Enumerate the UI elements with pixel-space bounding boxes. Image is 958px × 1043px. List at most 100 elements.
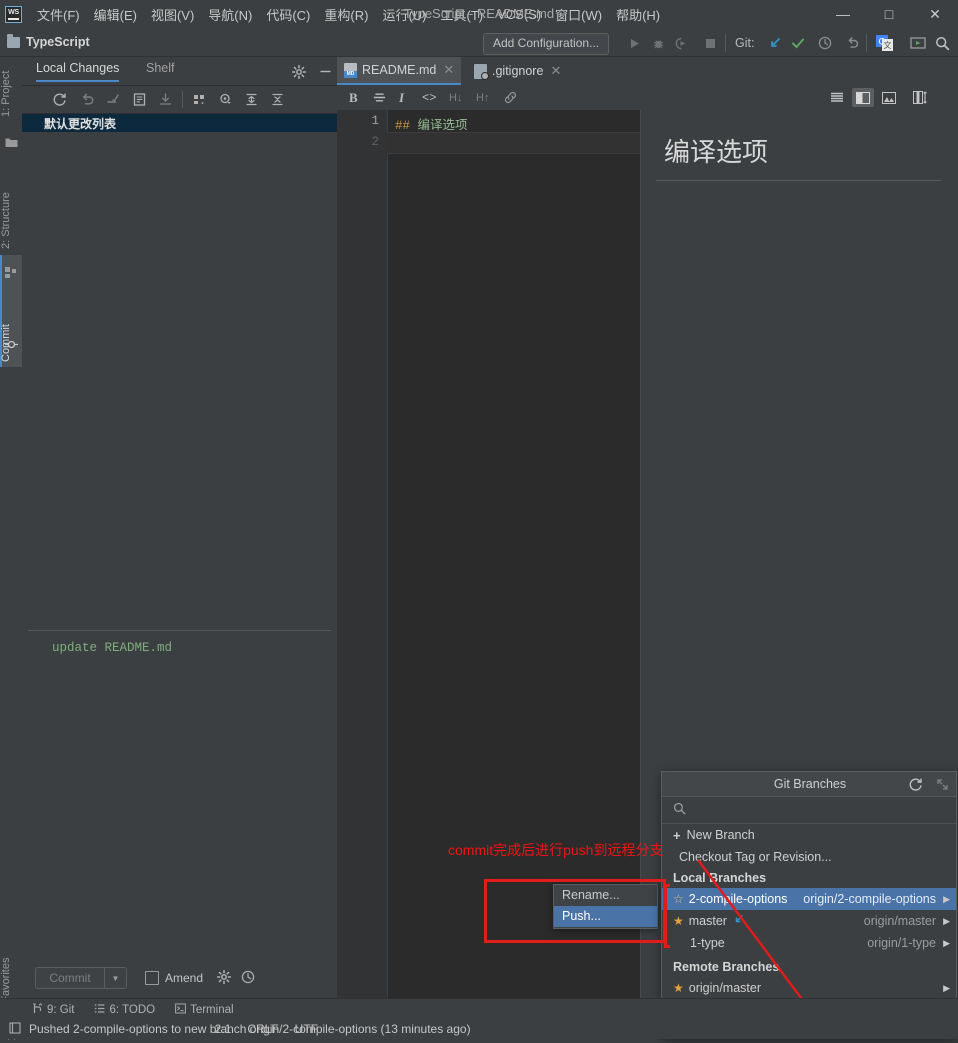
breadcrumb[interactable]: TypeScript (7, 33, 90, 49)
refresh-branches-icon[interactable] (907, 776, 923, 792)
chevron-right-icon-2[interactable]: ▶ (943, 916, 950, 927)
file-encoding[interactable]: UTF (295, 1022, 318, 1036)
commit-message-field[interactable]: update README.md (28, 630, 331, 966)
rollback-icon[interactable] (843, 33, 863, 53)
header-increase-button[interactable]: H↑ (476, 88, 489, 107)
close-tab-icon[interactable]: ✕ (443, 62, 454, 78)
italic-button[interactable]: I (399, 88, 404, 107)
star-filled-icon[interactable]: ★ (673, 914, 684, 928)
commit-dropdown-arrow-icon[interactable]: ▼ (105, 967, 127, 989)
new-changelist-icon[interactable] (130, 90, 149, 109)
editor-tab-readme[interactable]: README.md ✕ (337, 57, 462, 85)
split-editor-icon[interactable] (909, 88, 931, 107)
branch-row-2-compile-options[interactable]: ☆ 2-compile-options origin/2-compile-opt… (662, 888, 956, 910)
amend-checkbox[interactable] (145, 971, 159, 985)
settings-gear-icon[interactable] (291, 64, 306, 79)
branch-row-1-type[interactable]: 1-type origin/1-type ▶ (662, 932, 956, 954)
minimize-button[interactable]: — (820, 0, 866, 28)
menu-item-run[interactable]: 运行(U) (375, 2, 433, 27)
menu-item-vcs[interactable]: VCS(S) (490, 4, 548, 25)
close-button[interactable]: ✕ (912, 0, 958, 28)
menu-item-code[interactable]: 代码(C) (259, 2, 317, 27)
presentation-icon[interactable] (908, 33, 928, 53)
tool-window-todo[interactable]: 6: TODO (94, 1003, 155, 1017)
checkout-tag-action[interactable]: Checkout Tag or Revision... (662, 846, 956, 868)
chevron-right-icon[interactable]: ▶ (943, 894, 950, 905)
menu-item-view[interactable]: 视图(V) (144, 2, 201, 27)
markdown-heading-text: 编译选项 (417, 119, 468, 133)
rollback-changes-icon[interactable] (78, 90, 97, 109)
add-configuration-button[interactable]: Add Configuration... (483, 33, 610, 55)
line-separator[interactable]: CRLF (247, 1022, 278, 1036)
menu-item-window[interactable]: 窗口(W) (548, 2, 609, 27)
star-filled-icon-2[interactable]: ★ (673, 981, 684, 995)
debug-button[interactable] (648, 33, 668, 53)
tab-local-changes[interactable]: Local Changes (36, 61, 120, 82)
webstorm-logo-text: WS (8, 8, 19, 16)
git-branches-header: Git Branches (662, 772, 956, 797)
commit-settings-gear-icon[interactable] (216, 969, 232, 987)
link-button[interactable] (503, 88, 518, 107)
update-project-icon[interactable] (765, 33, 785, 53)
chevron-right-icon-4[interactable]: ▶ (943, 983, 950, 994)
menu-item-file[interactable]: 文件(F) (30, 2, 87, 27)
menu-item-edit[interactable]: 编辑(E) (87, 2, 144, 27)
remote-branch-row-origin-master[interactable]: ★ origin/master ▶ (662, 977, 956, 999)
close-tab-icon-2[interactable]: ✕ (550, 63, 561, 79)
bold-button[interactable]: B (349, 88, 358, 107)
branch-search-field[interactable] (662, 797, 956, 824)
commit-icon (4, 337, 18, 351)
run-button[interactable] (624, 33, 644, 53)
hide-panel-icon[interactable] (318, 64, 333, 79)
sidebar-item-project[interactable]: 1: Project (0, 61, 22, 127)
sidebar-item-structure[interactable]: 2: Structure (0, 183, 22, 259)
editor-tab-gitignore[interactable]: .gitignore ✕ (467, 57, 568, 85)
tool-window-terminal-label: Terminal (190, 1003, 234, 1016)
group-by-icon[interactable] (190, 90, 209, 109)
context-menu-item-push[interactable]: Push... (554, 906, 657, 927)
tool-window-terminal[interactable]: Terminal (175, 1003, 234, 1017)
history-clock-icon[interactable] (815, 33, 835, 53)
local-branches-header: Local Branches (673, 871, 767, 885)
tool-window-git[interactable]: 9: Git (32, 1002, 74, 1017)
commit-check-icon[interactable] (788, 33, 808, 53)
new-branch-action[interactable]: + New Branch (662, 824, 956, 846)
branch-tracking-2-compile-options: origin/2-compile-options (803, 892, 936, 906)
branch-row-master[interactable]: ★ master origin/master ▶ (662, 910, 956, 932)
show-editor-and-preview-icon[interactable] (852, 88, 874, 107)
show-preview-only-icon[interactable] (878, 88, 900, 107)
menu-item-navigate[interactable]: 导航(N) (201, 2, 259, 27)
collapse-all-icon[interactable] (268, 90, 287, 109)
menu-item-tools[interactable]: 工具(T) (433, 2, 490, 27)
new-branch-label: New Branch (686, 828, 755, 842)
run-with-coverage-button[interactable] (670, 33, 690, 53)
stop-button[interactable] (700, 33, 720, 53)
commit-button[interactable]: Commit (35, 967, 105, 989)
changes-toolbar (22, 86, 337, 114)
collapse-popup-icon[interactable] (934, 776, 950, 792)
changelist-row[interactable]: 默认更改列表 (22, 114, 337, 132)
header-decrease-button[interactable]: H↓ (449, 88, 462, 107)
shelve-changes-icon[interactable] (104, 90, 123, 109)
commit-history-clock-icon[interactable] (241, 970, 255, 987)
tool-window-todo-label: 6: TODO (109, 1003, 156, 1016)
menu-item-refactor[interactable]: 重构(R) (317, 2, 375, 27)
tab-shelf[interactable]: Shelf (146, 61, 175, 80)
show-editor-only-icon[interactable] (826, 88, 848, 107)
strikethrough-button[interactable] (372, 88, 387, 107)
context-menu-item-rename[interactable]: Rename... (554, 885, 657, 906)
event-log-icon[interactable] (9, 1021, 21, 1037)
preview-diff-icon[interactable] (216, 90, 235, 109)
expand-all-icon[interactable] (242, 90, 261, 109)
unshelve-icon[interactable] (156, 90, 175, 109)
branch-name-2-compile-options: 2-compile-options (688, 892, 788, 906)
search-everywhere-icon[interactable] (932, 33, 952, 53)
caret-position[interactable]: 2:1 (215, 1022, 232, 1036)
code-button[interactable]: <> (422, 88, 436, 107)
maximize-button[interactable]: □ (866, 0, 912, 28)
google-translate-icon[interactable]: G文 (874, 33, 894, 53)
refresh-icon[interactable] (50, 90, 69, 109)
star-outline-icon[interactable]: ☆ (673, 892, 684, 906)
chevron-right-icon-3[interactable]: ▶ (943, 938, 950, 949)
menu-item-help[interactable]: 帮助(H) (609, 2, 667, 27)
